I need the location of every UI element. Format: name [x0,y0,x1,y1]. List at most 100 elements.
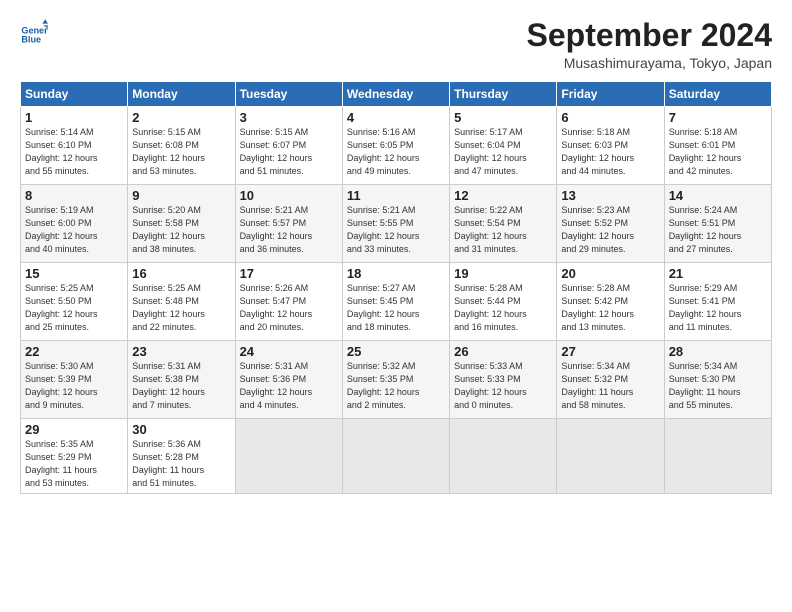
day-info: Sunrise: 5:36 AM Sunset: 5:28 PM Dayligh… [132,438,230,490]
calendar-cell: 27Sunrise: 5:34 AM Sunset: 5:32 PM Dayli… [557,341,664,419]
calendar-cell [235,419,342,494]
calendar-cell: 1Sunrise: 5:14 AM Sunset: 6:10 PM Daylig… [21,107,128,185]
day-number: 21 [669,266,767,281]
day-info: Sunrise: 5:30 AM Sunset: 5:39 PM Dayligh… [25,360,123,412]
calendar-cell [450,419,557,494]
day-number: 6 [561,110,659,125]
weekday-header-sunday: Sunday [21,82,128,107]
calendar-cell [664,419,771,494]
location: Musashimurayama, Tokyo, Japan [527,55,772,71]
day-number: 28 [669,344,767,359]
calendar-cell: 19Sunrise: 5:28 AM Sunset: 5:44 PM Dayli… [450,263,557,341]
calendar-cell: 4Sunrise: 5:16 AM Sunset: 6:05 PM Daylig… [342,107,449,185]
day-info: Sunrise: 5:17 AM Sunset: 6:04 PM Dayligh… [454,126,552,178]
header: General Blue September 2024 Musashimuray… [20,18,772,71]
day-number: 27 [561,344,659,359]
day-info: Sunrise: 5:21 AM Sunset: 5:57 PM Dayligh… [240,204,338,256]
calendar-cell: 17Sunrise: 5:26 AM Sunset: 5:47 PM Dayli… [235,263,342,341]
day-info: Sunrise: 5:29 AM Sunset: 5:41 PM Dayligh… [669,282,767,334]
day-number: 5 [454,110,552,125]
day-info: Sunrise: 5:14 AM Sunset: 6:10 PM Dayligh… [25,126,123,178]
calendar-cell: 26Sunrise: 5:33 AM Sunset: 5:33 PM Dayli… [450,341,557,419]
day-number: 7 [669,110,767,125]
calendar-week-row: 29Sunrise: 5:35 AM Sunset: 5:29 PM Dayli… [21,419,772,494]
calendar-cell: 22Sunrise: 5:30 AM Sunset: 5:39 PM Dayli… [21,341,128,419]
weekday-header-saturday: Saturday [664,82,771,107]
calendar-cell: 14Sunrise: 5:24 AM Sunset: 5:51 PM Dayli… [664,185,771,263]
calendar-cell: 10Sunrise: 5:21 AM Sunset: 5:57 PM Dayli… [235,185,342,263]
weekday-header-row: SundayMondayTuesdayWednesdayThursdayFrid… [21,82,772,107]
day-number: 10 [240,188,338,203]
title-block: September 2024 Musashimurayama, Tokyo, J… [527,18,772,71]
calendar-cell: 30Sunrise: 5:36 AM Sunset: 5:28 PM Dayli… [128,419,235,494]
day-number: 23 [132,344,230,359]
calendar-cell: 5Sunrise: 5:17 AM Sunset: 6:04 PM Daylig… [450,107,557,185]
calendar-cell: 29Sunrise: 5:35 AM Sunset: 5:29 PM Dayli… [21,419,128,494]
calendar-cell: 21Sunrise: 5:29 AM Sunset: 5:41 PM Dayli… [664,263,771,341]
day-number: 3 [240,110,338,125]
day-info: Sunrise: 5:21 AM Sunset: 5:55 PM Dayligh… [347,204,445,256]
calendar-page: General Blue September 2024 Musashimuray… [0,0,792,504]
calendar-cell: 11Sunrise: 5:21 AM Sunset: 5:55 PM Dayli… [342,185,449,263]
day-number: 30 [132,422,230,437]
logo: General Blue [20,18,48,46]
weekday-header-thursday: Thursday [450,82,557,107]
day-info: Sunrise: 5:19 AM Sunset: 6:00 PM Dayligh… [25,204,123,256]
logo-icon: General Blue [20,18,48,46]
day-info: Sunrise: 5:34 AM Sunset: 5:30 PM Dayligh… [669,360,767,412]
calendar-table: SundayMondayTuesdayWednesdayThursdayFrid… [20,81,772,494]
day-number: 17 [240,266,338,281]
calendar-cell: 9Sunrise: 5:20 AM Sunset: 5:58 PM Daylig… [128,185,235,263]
calendar-cell: 13Sunrise: 5:23 AM Sunset: 5:52 PM Dayli… [557,185,664,263]
day-info: Sunrise: 5:28 AM Sunset: 5:44 PM Dayligh… [454,282,552,334]
weekday-header-friday: Friday [557,82,664,107]
calendar-cell: 24Sunrise: 5:31 AM Sunset: 5:36 PM Dayli… [235,341,342,419]
day-number: 15 [25,266,123,281]
day-info: Sunrise: 5:25 AM Sunset: 5:50 PM Dayligh… [25,282,123,334]
day-info: Sunrise: 5:35 AM Sunset: 5:29 PM Dayligh… [25,438,123,490]
day-info: Sunrise: 5:15 AM Sunset: 6:08 PM Dayligh… [132,126,230,178]
day-info: Sunrise: 5:31 AM Sunset: 5:36 PM Dayligh… [240,360,338,412]
day-info: Sunrise: 5:25 AM Sunset: 5:48 PM Dayligh… [132,282,230,334]
day-info: Sunrise: 5:22 AM Sunset: 5:54 PM Dayligh… [454,204,552,256]
day-number: 29 [25,422,123,437]
day-number: 24 [240,344,338,359]
day-number: 20 [561,266,659,281]
calendar-cell: 3Sunrise: 5:15 AM Sunset: 6:07 PM Daylig… [235,107,342,185]
calendar-cell: 16Sunrise: 5:25 AM Sunset: 5:48 PM Dayli… [128,263,235,341]
day-number: 14 [669,188,767,203]
day-info: Sunrise: 5:18 AM Sunset: 6:01 PM Dayligh… [669,126,767,178]
day-number: 22 [25,344,123,359]
calendar-cell: 2Sunrise: 5:15 AM Sunset: 6:08 PM Daylig… [128,107,235,185]
day-info: Sunrise: 5:31 AM Sunset: 5:38 PM Dayligh… [132,360,230,412]
day-number: 26 [454,344,552,359]
calendar-cell: 23Sunrise: 5:31 AM Sunset: 5:38 PM Dayli… [128,341,235,419]
day-number: 11 [347,188,445,203]
calendar-cell: 15Sunrise: 5:25 AM Sunset: 5:50 PM Dayli… [21,263,128,341]
day-info: Sunrise: 5:32 AM Sunset: 5:35 PM Dayligh… [347,360,445,412]
day-number: 2 [132,110,230,125]
day-info: Sunrise: 5:26 AM Sunset: 5:47 PM Dayligh… [240,282,338,334]
day-info: Sunrise: 5:24 AM Sunset: 5:51 PM Dayligh… [669,204,767,256]
day-number: 16 [132,266,230,281]
svg-text:Blue: Blue [21,35,41,45]
day-number: 25 [347,344,445,359]
calendar-cell: 7Sunrise: 5:18 AM Sunset: 6:01 PM Daylig… [664,107,771,185]
weekday-header-tuesday: Tuesday [235,82,342,107]
calendar-cell: 20Sunrise: 5:28 AM Sunset: 5:42 PM Dayli… [557,263,664,341]
day-number: 13 [561,188,659,203]
calendar-cell: 8Sunrise: 5:19 AM Sunset: 6:00 PM Daylig… [21,185,128,263]
day-info: Sunrise: 5:20 AM Sunset: 5:58 PM Dayligh… [132,204,230,256]
calendar-cell: 12Sunrise: 5:22 AM Sunset: 5:54 PM Dayli… [450,185,557,263]
day-number: 19 [454,266,552,281]
calendar-cell: 28Sunrise: 5:34 AM Sunset: 5:30 PM Dayli… [664,341,771,419]
day-info: Sunrise: 5:23 AM Sunset: 5:52 PM Dayligh… [561,204,659,256]
calendar-cell: 25Sunrise: 5:32 AM Sunset: 5:35 PM Dayli… [342,341,449,419]
calendar-cell [557,419,664,494]
day-number: 18 [347,266,445,281]
calendar-week-row: 1Sunrise: 5:14 AM Sunset: 6:10 PM Daylig… [21,107,772,185]
calendar-week-row: 15Sunrise: 5:25 AM Sunset: 5:50 PM Dayli… [21,263,772,341]
day-info: Sunrise: 5:28 AM Sunset: 5:42 PM Dayligh… [561,282,659,334]
calendar-cell: 18Sunrise: 5:27 AM Sunset: 5:45 PM Dayli… [342,263,449,341]
day-info: Sunrise: 5:15 AM Sunset: 6:07 PM Dayligh… [240,126,338,178]
